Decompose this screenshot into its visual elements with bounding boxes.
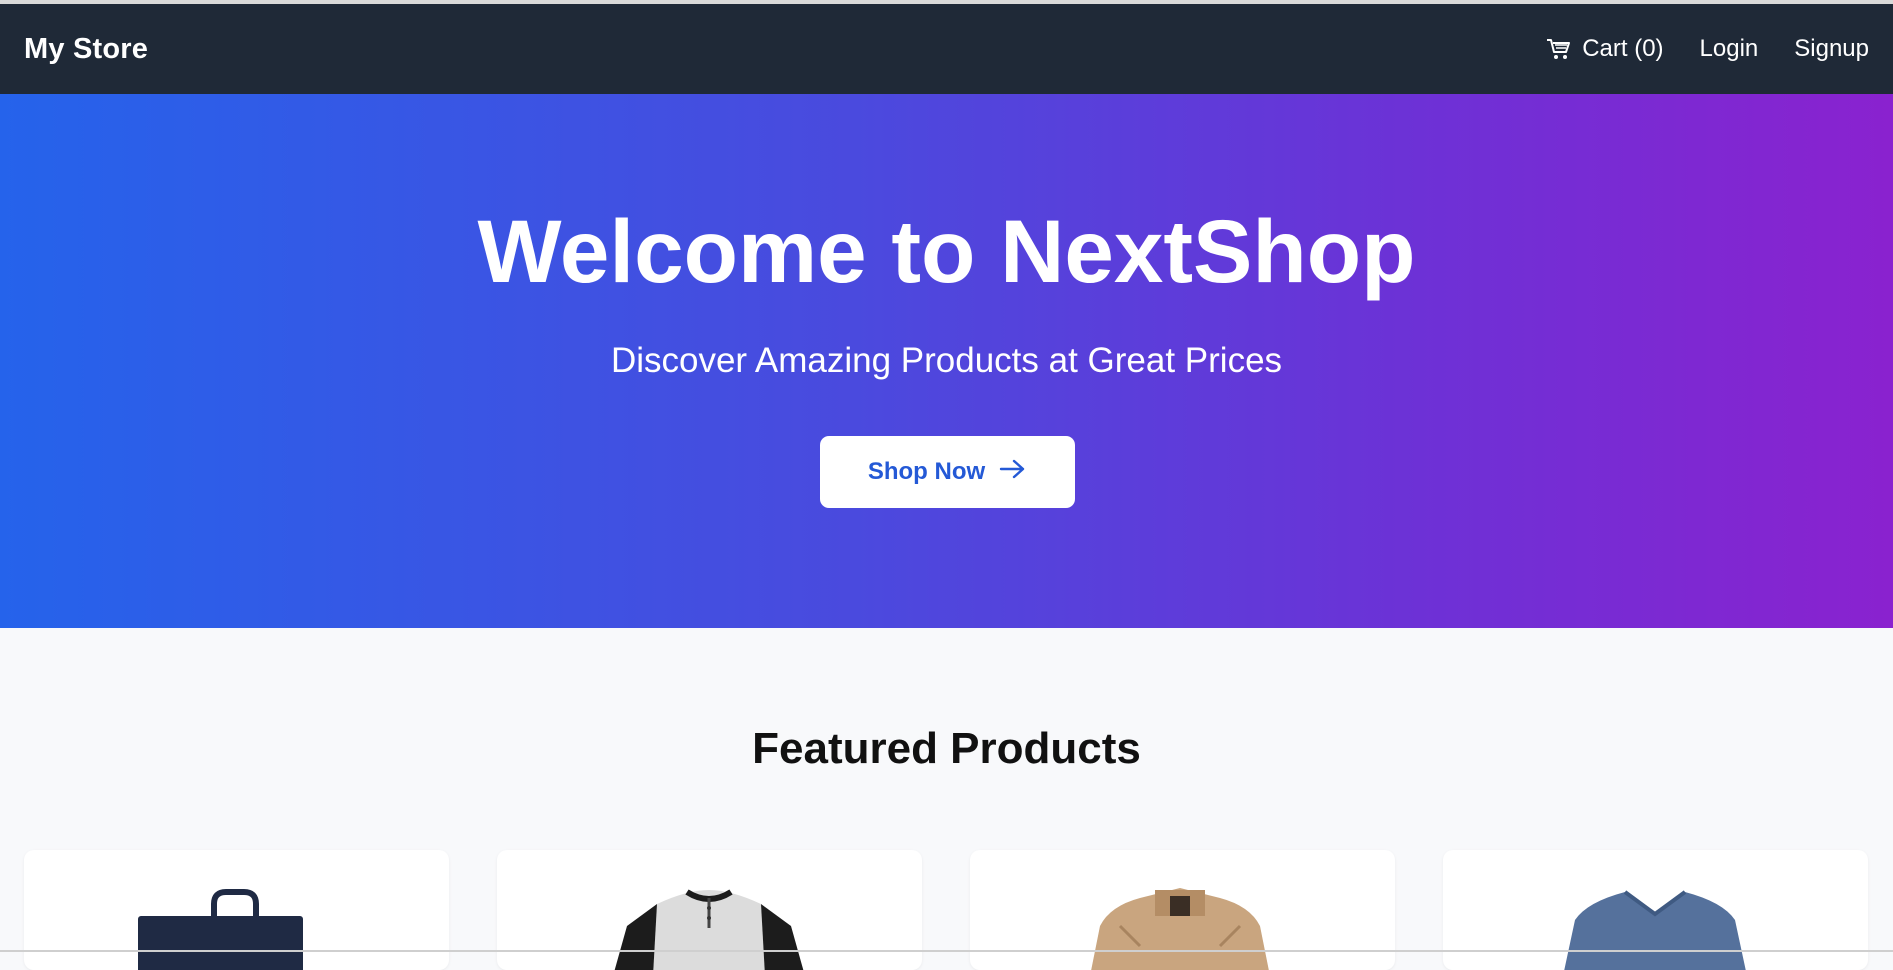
product-card[interactable] — [970, 850, 1395, 970]
raglan-henley-shirt-image — [614, 889, 804, 970]
cart-link[interactable]: Cart (0) — [1546, 35, 1664, 63]
navy-tote-bag-image — [138, 889, 303, 970]
hero-banner: Welcome to NextShop Discover Amazing Pro… — [0, 94, 1893, 628]
shop-now-button[interactable]: Shop Now — [820, 436, 1075, 508]
cart-icon — [1546, 37, 1572, 61]
product-card[interactable] — [497, 850, 922, 970]
featured-products-title: Featured Products — [752, 724, 1141, 773]
nav-links: Cart (0) Login Signup — [1546, 35, 1869, 63]
product-grid — [24, 850, 1869, 970]
shop-now-label: Shop Now — [867, 458, 986, 485]
cart-label: Cart (0) — [1582, 35, 1664, 62]
product-card[interactable] — [24, 850, 449, 970]
store-logo[interactable]: My Store — [24, 33, 148, 66]
beige-jacket-image — [1091, 888, 1269, 970]
hero-subtitle: Discover Amazing Products at Great Price… — [610, 341, 1283, 380]
blue-vneck-tshirt-image — [1564, 890, 1746, 970]
login-link[interactable]: Login — [1700, 35, 1759, 63]
navbar: My Store Cart (0) Login Signup — [0, 4, 1893, 94]
hero-title: Welcome to NextShop — [477, 201, 1416, 301]
product-card[interactable] — [1443, 850, 1868, 970]
arrow-right-icon — [999, 458, 1027, 487]
signup-link[interactable]: Signup — [1794, 35, 1869, 63]
